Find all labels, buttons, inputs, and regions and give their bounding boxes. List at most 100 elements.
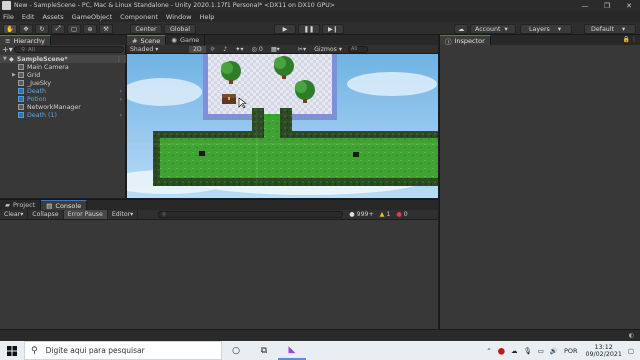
transform-tool-button[interactable]: ⊕: [83, 24, 97, 34]
transform-icon: ⊕: [87, 25, 93, 33]
audio-icon[interactable]: ♪: [219, 46, 231, 53]
error-pause-toggle[interactable]: Error Pause: [63, 210, 108, 219]
pivot-center-toggle[interactable]: Center: [130, 24, 162, 34]
scene-search-input[interactable]: All: [347, 45, 368, 53]
chevron-right-icon[interactable]: ›: [119, 88, 122, 95]
menu-window[interactable]: Window: [166, 13, 192, 21]
light-icon[interactable]: ☼: [206, 46, 220, 53]
collapse-toggle[interactable]: Collapse: [28, 210, 64, 219]
collab-button[interactable]: ☁: [454, 24, 468, 34]
pivot-global-toggle[interactable]: Global: [164, 24, 196, 34]
2d-toggle[interactable]: 2D: [189, 45, 206, 53]
lock-icon[interactable]: 🔒: [623, 36, 630, 43]
main-toolbar: ✋ ✥ ↻ ⤢ ▢ ⊕ ⚒ Center Global ▶ ❚❚ ▶❙ ☁ Ac…: [0, 22, 640, 35]
volume-icon[interactable]: 🔊: [550, 347, 558, 355]
more-options-icon[interactable]: ⋮: [116, 56, 122, 63]
custom-tool-button[interactable]: ⚒: [99, 24, 113, 34]
cloud-icon: ☁: [457, 25, 465, 33]
menu-help[interactable]: Help: [200, 13, 215, 21]
visibility-icon[interactable]: ◎ 0: [248, 46, 267, 53]
close-button[interactable]: ✕: [618, 0, 640, 11]
account-dropdown[interactable]: Account ▾: [470, 24, 516, 34]
chevron-down-icon: ▾: [622, 25, 626, 33]
status-indicator-icon: ◐: [628, 332, 634, 339]
menu-gameobject[interactable]: GameObject: [72, 13, 113, 21]
tab-hierarchy[interactable]: ≡ Hierarchy: [0, 35, 51, 45]
list-icon: ≡: [5, 36, 11, 45]
rotate-tool-button[interactable]: ↻: [35, 24, 49, 34]
hierarchy-item-death-1[interactable]: Death (1) ›: [0, 111, 126, 119]
pause-icon: ❚❚: [303, 25, 315, 33]
layers-dropdown[interactable]: Layers ▾: [520, 24, 572, 34]
error-count-toggle[interactable]: ● 0: [396, 211, 407, 218]
tab-scene[interactable]: # Scene: [127, 35, 167, 45]
shading-dropdown[interactable]: Shaded ▾: [127, 46, 189, 53]
cortana-button[interactable]: ○: [222, 341, 250, 360]
menu-edit[interactable]: Edit: [22, 13, 35, 21]
menu-file[interactable]: File: [3, 13, 14, 21]
effects-icon[interactable]: ✦▾: [231, 46, 247, 53]
hierarchy-item-death[interactable]: Death ›: [0, 87, 126, 95]
chevron-up-icon[interactable]: ⌃: [486, 347, 491, 355]
search-icon: ⚲: [31, 345, 38, 356]
unity-tray-icon[interactable]: ⬤: [498, 347, 505, 355]
gameobject-icon: [18, 104, 24, 110]
network-icon[interactable]: ▭: [538, 347, 544, 355]
tab-inspector[interactable]: ⓘ Inspector: [440, 35, 491, 46]
editor-dropdown[interactable]: Editor ▾: [108, 210, 139, 219]
error-icon: ●: [396, 211, 402, 218]
hierarchy-item-juesky[interactable]: _JueSky: [0, 79, 126, 87]
onedrive-icon[interactable]: ☁: [511, 347, 518, 355]
hierarchy-search-input[interactable]: ⚲ All: [14, 46, 124, 53]
chevron-right-icon[interactable]: ›: [119, 96, 122, 103]
tab-project[interactable]: ▰ Project: [0, 200, 42, 210]
hand-tool-button[interactable]: ✋: [3, 24, 17, 34]
menu-assets[interactable]: Assets: [42, 13, 63, 21]
scene-icon: #: [132, 36, 138, 45]
rect-tool-button[interactable]: ▢: [67, 24, 81, 34]
tab-console[interactable]: ▤ Console: [41, 200, 88, 210]
pause-button[interactable]: ❚❚: [298, 24, 320, 34]
gizmos-dropdown[interactable]: Gizmos ▾: [310, 46, 346, 53]
play-button[interactable]: ▶: [274, 24, 296, 34]
rect-icon: ▢: [71, 25, 77, 33]
move-tool-button[interactable]: ✥: [19, 24, 33, 34]
hierarchy-item-main-camera[interactable]: Main Camera: [0, 63, 126, 71]
grid-icon[interactable]: ▦▾: [267, 46, 284, 53]
hierarchy-item-grid[interactable]: ▶ Grid: [0, 71, 126, 79]
hierarchy-panel: ≡ Hierarchy +▾ ⚲ All ▼ ◆ SampleScene* ⋮ …: [0, 35, 126, 198]
add-object-button[interactable]: +▾: [2, 45, 14, 54]
task-view-button[interactable]: ⧉: [250, 341, 278, 360]
prefab-icon: [18, 88, 24, 94]
gameobject-icon: [18, 72, 24, 78]
tab-game[interactable]: ◉ Game: [166, 35, 206, 45]
window-title: New - SampleScene - PC, Mac & Linux Stan…: [14, 2, 335, 9]
menu-bar: File Edit Assets GameObject Component Wi…: [0, 11, 640, 22]
layout-dropdown[interactable]: Default ▾: [584, 24, 636, 34]
console-icon: ▤: [46, 201, 53, 210]
notifications-icon[interactable]: ▢: [628, 347, 634, 355]
tools-icon[interactable]: ✂▾: [294, 46, 310, 53]
hierarchy-item-potion[interactable]: Potion ›: [0, 95, 126, 103]
minimize-button[interactable]: —: [574, 0, 596, 11]
menu-component[interactable]: Component: [120, 13, 158, 21]
log-count-toggle[interactable]: ● 999+: [349, 211, 373, 218]
scene-viewport[interactable]: [127, 54, 438, 198]
step-button[interactable]: ▶❙: [322, 24, 344, 34]
windows-start-button[interactable]: [0, 341, 24, 360]
scale-tool-button[interactable]: ⤢: [51, 24, 65, 34]
clear-button[interactable]: Clear ▾: [0, 210, 29, 219]
warning-count-toggle[interactable]: ▲ 1: [380, 211, 391, 218]
taskbar-search-input[interactable]: ⚲ Digite aqui para pesquisar: [24, 341, 222, 360]
visual-studio-taskbar-button[interactable]: ◣: [278, 341, 306, 360]
language-indicator[interactable]: POR: [564, 347, 578, 355]
maximize-button[interactable]: ❐: [596, 0, 618, 11]
chevron-right-icon[interactable]: ›: [119, 112, 122, 119]
microphone-icon[interactable]: 🎙: [523, 347, 531, 355]
scene-row[interactable]: ▼ ◆ SampleScene* ⋮: [0, 55, 126, 63]
hierarchy-item-networkmanager[interactable]: NetworkManager: [0, 103, 126, 111]
tool-icon: ⚒: [103, 25, 109, 33]
taskbar-clock[interactable]: 13:12 09/02/2021: [586, 344, 622, 358]
more-options-icon[interactable]: ⋮: [631, 36, 637, 43]
console-search-input[interactable]: ⚲: [158, 211, 344, 218]
